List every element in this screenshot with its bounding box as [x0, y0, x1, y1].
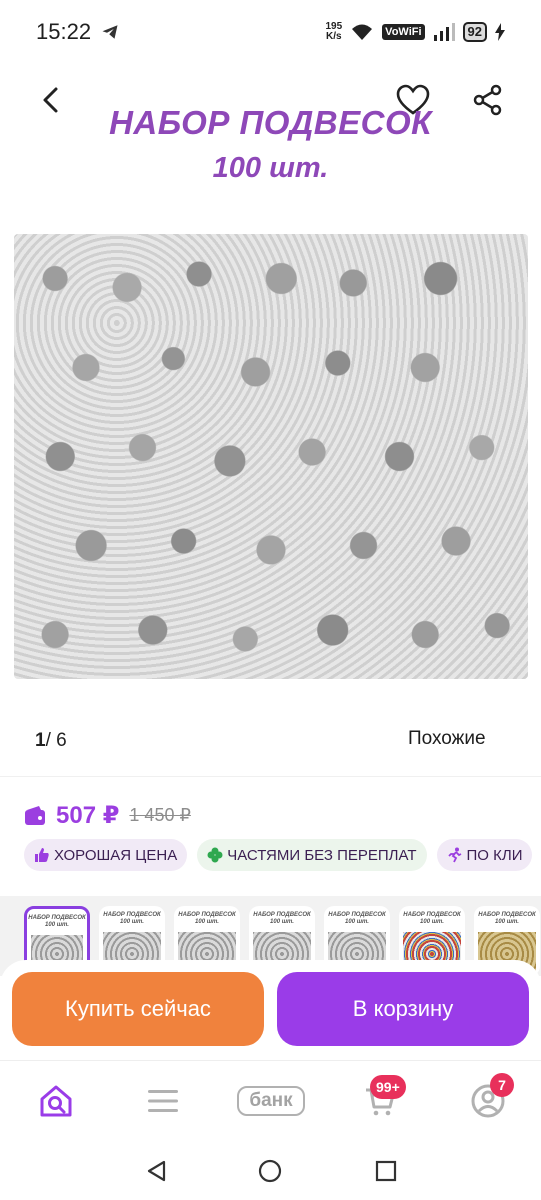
charging-icon [495, 23, 505, 41]
system-home-icon[interactable] [258, 1159, 282, 1183]
wallet-icon [25, 805, 45, 825]
badges-row[interactable]: ХОРОШАЯ ЦЕНА ЧАСТЯМИ БЕЗ ПЕРЕПЛАТ ПО КЛИ [24, 839, 533, 871]
nav-home[interactable] [36, 1081, 76, 1121]
bank-label: банк [237, 1086, 305, 1116]
action-bar: Купить сейчас В корзину [0, 960, 541, 1060]
nav-catalog[interactable] [145, 1081, 181, 1121]
system-back-icon[interactable] [145, 1159, 169, 1183]
wifi-icon [352, 24, 373, 40]
system-recents-icon[interactable] [374, 1159, 398, 1183]
current-price: 507 ₽ [56, 802, 120, 829]
bottom-navigation: банк 99+ 7 [0, 1060, 541, 1140]
add-to-cart-button[interactable]: В корзину [277, 972, 529, 1046]
telegram-icon [102, 25, 118, 39]
running-person-icon [447, 847, 461, 863]
product-image-gallery[interactable]: НАБОР ПОДВЕСОК 100 шт. [0, 64, 541, 724]
home-search-icon [40, 1085, 72, 1117]
product-page: 15:22 195 K/s VoWiFi 92 НАБОР ПОДВЕСОК 1… [0, 0, 541, 1200]
image-title: НАБОР ПОДВЕСОК 100 шт. [109, 104, 432, 184]
buy-now-button[interactable]: Купить сейчас [12, 972, 264, 1046]
price-panel: 507 ₽ 1 450 ₽ ХОРОШАЯ ЦЕНА ЧАСТЯМИ БЕЗ П… [0, 776, 541, 896]
badge-good-price[interactable]: ХОРОШАЯ ЦЕНА [24, 839, 188, 871]
similar-link[interactable]: Похожие [408, 728, 486, 750]
badge-by-click[interactable]: ПО КЛИ [436, 839, 533, 871]
menu-icon [148, 1090, 178, 1112]
battery-indicator: 92 [462, 22, 487, 42]
thumbs-up-icon [35, 848, 49, 862]
clover-icon [207, 847, 223, 863]
nav-bank[interactable]: банк [232, 1081, 310, 1121]
badge-installments[interactable]: ЧАСТЯМИ БЕЗ ПЕРЕПЛАТ [197, 839, 427, 871]
cart-badge: 99+ [370, 1075, 406, 1099]
vowifi-badge: VoWiFi [382, 24, 425, 40]
system-navigation [0, 1140, 541, 1200]
charms-photo [14, 234, 528, 679]
profile-badge: 7 [490, 1073, 514, 1097]
signal-icon [433, 23, 455, 41]
status-time: 15:22 [36, 19, 92, 44]
status-bar: 15:22 195 K/s VoWiFi 92 [0, 0, 541, 64]
image-pager: 1/ 6 [35, 730, 67, 751]
old-price: 1 450 ₽ [129, 805, 191, 825]
network-speed: 195 K/s [325, 21, 343, 42]
